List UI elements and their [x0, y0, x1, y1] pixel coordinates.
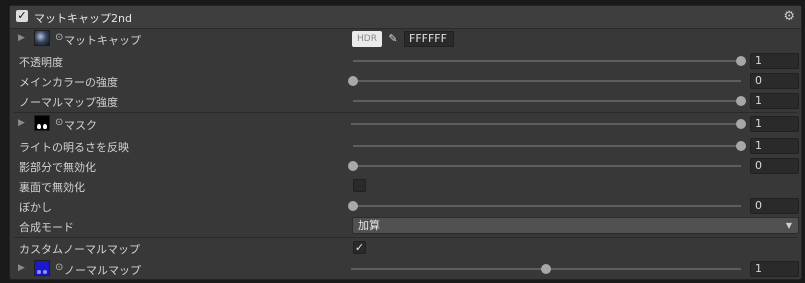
texture-picker-icon[interactable]: ⊙	[55, 32, 63, 43]
blend-mode-selected: 加算	[358, 219, 380, 232]
opacity-slider-thumb[interactable]	[736, 56, 746, 66]
color-hex-field[interactable]: FFFFFF	[404, 31, 454, 47]
disable-backface-label: 裏面で無効化	[19, 181, 85, 194]
blend-mode-dropdown[interactable]: 加算 ▼	[352, 217, 799, 234]
normal-map-strength-slider-thumb[interactable]	[736, 96, 746, 106]
gear-icon[interactable]: ⚙	[783, 9, 795, 24]
normal-map-row: ▶ ⊙ ノーマルマップ 1	[10, 259, 801, 279]
texture-picker-icon[interactable]: ⊙	[55, 117, 63, 128]
normal-map-label: ノーマルマップ	[64, 264, 141, 277]
normal-map-strength-row: ノーマルマップ強度 1	[10, 91, 801, 111]
hdr-color-button[interactable]: HDR	[352, 31, 382, 47]
matcap2nd-panel: ✓ マットキャップ2nd ⚙ ▶ ⊙ マットキャップ HDR ✎ FFFFFF …	[9, 5, 802, 280]
disable-in-shadow-value-field[interactable]: 0	[750, 158, 799, 174]
matcap-label: マットキャップ	[64, 34, 141, 47]
mask-label: マスク	[64, 119, 97, 132]
matcap-texture-row: ▶ ⊙ マットキャップ HDR ✎ FFFFFF	[10, 29, 801, 49]
main-color-strength-slider-thumb[interactable]	[348, 76, 358, 86]
main-color-strength-row: メインカラーの強度 0	[10, 71, 801, 91]
texture-picker-icon[interactable]: ⊙	[55, 262, 63, 273]
mask-row: ▶ ⊙ マスク 1	[10, 114, 801, 134]
normal-map-strength-slider-track[interactable]	[353, 100, 741, 102]
normal-map-texture-thumbnail[interactable]	[34, 260, 50, 276]
main-color-strength-label: メインカラーの強度	[19, 76, 118, 89]
light-brightness-value-field[interactable]: 1	[750, 138, 799, 154]
disable-in-shadow-slider-track[interactable]	[353, 165, 741, 167]
light-brightness-slider-thumb[interactable]	[736, 141, 746, 151]
opacity-slider-track[interactable]	[353, 60, 741, 62]
blur-slider-track[interactable]	[353, 205, 741, 207]
opacity-row: 不透明度 1	[10, 51, 801, 71]
disable-in-shadow-slider-thumb[interactable]	[348, 161, 358, 171]
blend-mode-label: 合成モード	[19, 221, 74, 234]
chevron-down-icon: ▼	[785, 221, 792, 230]
normal-map-value-field[interactable]: 1	[750, 261, 799, 277]
mask-slider-thumb[interactable]	[736, 119, 746, 129]
main-color-strength-slider-track[interactable]	[353, 80, 741, 82]
blur-row: ぼかし 0	[10, 196, 801, 216]
mask-value-field[interactable]: 1	[750, 116, 799, 132]
eyedropper-icon[interactable]: ✎	[385, 31, 401, 47]
normal-map-strength-label: ノーマルマップ強度	[19, 96, 118, 109]
light-brightness-label: ライトの明るさを反映	[19, 141, 129, 154]
main-color-strength-value-field[interactable]: 0	[750, 73, 799, 89]
blend-mode-row: 合成モード 加算 ▼	[10, 216, 801, 236]
foldout-arrow-icon[interactable]: ▶	[18, 33, 25, 43]
blur-slider-thumb[interactable]	[348, 201, 358, 211]
normal-map-slider-thumb[interactable]	[541, 264, 551, 274]
blur-label: ぼかし	[19, 201, 52, 214]
section-enable-checkbox[interactable]: ✓	[16, 10, 28, 22]
matcap-texture-thumbnail[interactable]	[34, 30, 50, 46]
opacity-value-field[interactable]: 1	[750, 53, 799, 69]
disable-in-shadow-label: 影部分で無効化	[19, 161, 96, 174]
light-brightness-slider-track[interactable]	[353, 145, 741, 147]
disable-in-shadow-row: 影部分で無効化 0	[10, 156, 801, 176]
mask-slider-track[interactable]	[351, 123, 741, 125]
foldout-arrow-icon[interactable]: ▶	[18, 118, 25, 128]
custom-normal-map-checkbox[interactable]: ✓	[353, 241, 366, 254]
disable-backface-checkbox[interactable]	[353, 179, 366, 192]
normal-map-strength-value-field[interactable]: 1	[750, 93, 799, 109]
blur-value-field[interactable]: 0	[750, 198, 799, 214]
section-header[interactable]: ✓ マットキャップ2nd ⚙	[10, 6, 801, 29]
foldout-arrow-icon[interactable]: ▶	[18, 263, 25, 273]
divider	[14, 112, 797, 113]
disable-backface-row: 裏面で無効化	[10, 176, 801, 196]
opacity-label: 不透明度	[19, 56, 63, 69]
light-brightness-row: ライトの明るさを反映 1	[10, 136, 801, 156]
custom-normal-map-label: カスタムノーマルマップ	[19, 243, 140, 256]
section-title: マットキャップ2nd	[34, 12, 132, 25]
mask-texture-thumbnail[interactable]	[34, 115, 50, 131]
custom-normal-map-row: カスタムノーマルマップ ✓	[10, 238, 801, 258]
